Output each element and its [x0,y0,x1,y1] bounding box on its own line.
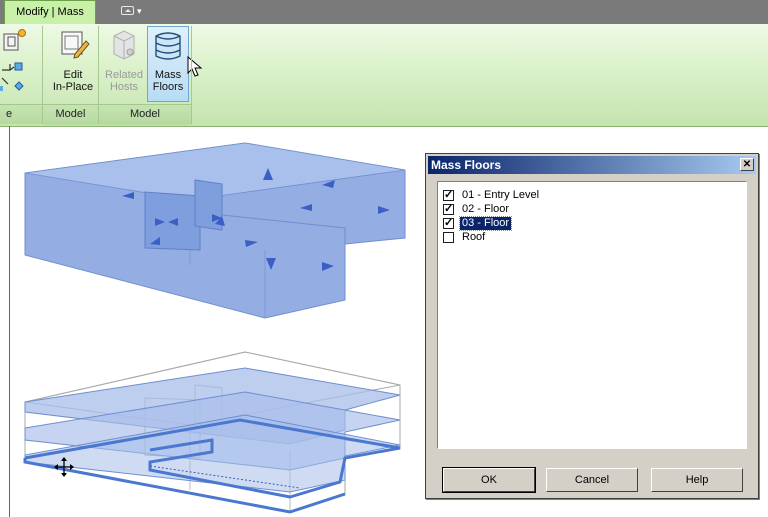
edit-in-place-button[interactable]: Edit In-Place [48,26,98,102]
panel-label-model-2: Model [99,104,191,125]
related-hosts-label: Related Hosts [105,69,143,93]
mass-solid[interactable] [24,142,406,319]
dialog-title-bar[interactable]: Mass Floors ✕ [428,156,756,174]
list-item-label: 02 - Floor [462,203,510,215]
panel-toggle-icon [121,6,134,15]
help-button[interactable]: Help [651,468,743,492]
panel-divider [191,26,192,124]
levels-list[interactable]: ✓ 01 - Entry Level ✓ 02 - Floor ✓ 03 - F… [437,181,747,449]
dialog-title: Mass Floors [431,158,502,172]
panel-toggle-dropdown[interactable]: ▾ [121,5,147,18]
cancel-button[interactable]: Cancel [546,468,638,492]
list-item-label: Roof [462,231,486,243]
mass-floors-dialog: Mass Floors ✕ ✓ 01 - Entry Level ✓ 02 - … [425,153,759,499]
mouse-pointer-icon [187,56,203,77]
checkbox[interactable]: ✓ [443,190,454,201]
panel-label-model-1: Model [43,104,98,125]
edit-in-place-label: Edit In-Place [52,69,94,93]
checkbox[interactable]: ✓ [443,218,454,229]
mass-floors-model[interactable] [23,351,401,514]
related-hosts-button[interactable]: Related Hosts [102,26,146,102]
related-hosts-icon [113,30,135,60]
panel-label-partial: e [0,104,42,124]
mass-floors-button[interactable]: Mass Floors [147,26,189,102]
ok-button[interactable]: OK [442,467,536,493]
list-item-label: 01 - Entry Level [462,189,540,201]
edit-in-place-icon [61,31,90,59]
ribbon-tab-strip: Modify | Mass ▾ [0,0,768,25]
chevron-down-icon: ▾ [137,6,142,16]
close-button[interactable]: ✕ [740,158,754,171]
mass-floors-icon [155,32,181,60]
mass-floors-label: Mass Floors [152,69,184,93]
drawing-canvas[interactable] [0,126,420,517]
tab-modify-mass[interactable]: Modify | Mass [4,0,96,24]
mass-tools-icon[interactable] [0,28,38,100]
checkbox[interactable] [443,232,454,243]
list-item-label: 03 - Floor [458,216,513,231]
ribbon: Edit In-Place Related Hosts Mass Floors [0,24,768,127]
checkbox[interactable]: ✓ [443,204,454,215]
